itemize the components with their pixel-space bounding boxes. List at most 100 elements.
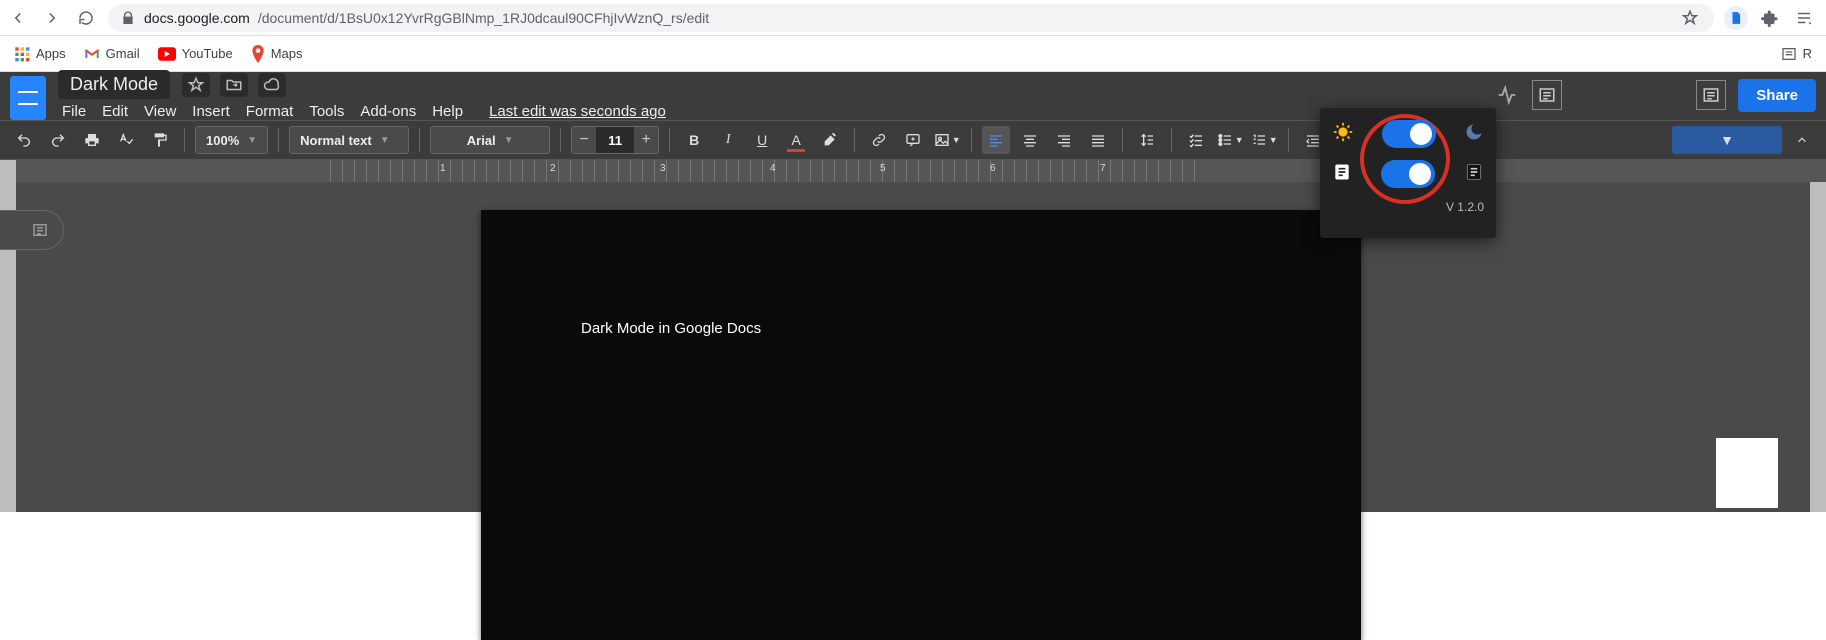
font-select[interactable]: Arial ▼ <box>430 126 550 154</box>
browser-toolbar: docs.google.com/document/d/1BsU0x12YvrRg… <box>0 0 1826 36</box>
font-size-group: − + <box>571 126 659 154</box>
print-button[interactable] <box>78 126 106 154</box>
menu-edit[interactable]: Edit <box>102 103 128 120</box>
style-select[interactable]: Normal text▼ <box>289 126 409 154</box>
last-edit-link[interactable]: Last edit was seconds ago <box>489 103 666 120</box>
text-color-button[interactable]: A <box>782 126 810 154</box>
lock-icon <box>120 10 136 26</box>
align-center-button[interactable] <box>1016 126 1044 154</box>
menu-icon[interactable] <box>1792 6 1816 30</box>
insert-link-button[interactable] <box>865 126 893 154</box>
dark-doc-icon <box>1464 162 1484 187</box>
maps-label: Maps <box>271 46 303 61</box>
menu-addons[interactable]: Add-ons <box>360 103 416 120</box>
highlight-button[interactable] <box>816 126 844 154</box>
back-button[interactable] <box>6 6 30 30</box>
document-text: Dark Mode in Google Docs <box>581 320 1261 337</box>
editing-mode-left-icon[interactable] <box>1532 80 1562 110</box>
align-right-button[interactable] <box>1050 126 1078 154</box>
line-spacing-button[interactable] <box>1133 126 1161 154</box>
formatting-toolbar: 100%▼ Normal text▼ Arial▼ − + B I U A ▼ … <box>0 120 1826 160</box>
page-darkmode-toggle[interactable] <box>1382 120 1436 148</box>
share-button[interactable]: Share <box>1738 79 1816 112</box>
bookmark-bar: Apps Gmail YouTube Maps R <box>0 36 1826 72</box>
menu-view[interactable]: View <box>144 103 176 120</box>
paint-format-button[interactable] <box>146 126 174 154</box>
extensions-icon[interactable] <box>1758 6 1782 30</box>
omnibox-icons <box>1724 6 1816 30</box>
italic-button[interactable]: I <box>714 126 742 154</box>
hide-menus-button[interactable] <box>1788 126 1816 154</box>
insert-image-button[interactable]: ▼ <box>933 126 961 154</box>
youtube-label: YouTube <box>182 46 233 61</box>
maps-bookmark[interactable]: Maps <box>251 45 303 63</box>
menu-format[interactable]: Format <box>246 103 294 120</box>
font-value: Arial <box>467 133 496 148</box>
apps-label: Apps <box>36 46 66 61</box>
cloud-status-icon[interactable] <box>258 73 286 97</box>
chevron-down-icon: ▼ <box>1720 132 1734 148</box>
document-title[interactable]: Dark Mode <box>58 70 170 99</box>
vertical-scrollbar[interactable] <box>1810 182 1826 512</box>
style-value: Normal text <box>300 133 372 148</box>
reading-list-label: R <box>1803 46 1812 61</box>
ruler-tick: 6 <box>990 163 996 174</box>
darkmode-extension-popup: V 1.2.0 <box>1320 108 1496 238</box>
menu-help[interactable]: Help <box>432 103 463 120</box>
menu-tools[interactable]: Tools <box>309 103 344 120</box>
underline-button[interactable]: U <box>748 126 776 154</box>
spellcheck-button[interactable] <box>112 126 140 154</box>
explore-button-placeholder[interactable] <box>1716 438 1778 508</box>
google-docs-app: Dark Mode File Edit View Insert Format T… <box>0 72 1826 512</box>
darkmode-extension-icon[interactable] <box>1724 6 1748 30</box>
ruler-tick: 1 <box>440 163 446 174</box>
ruler[interactable]: 1 2 3 4 5 6 7 <box>0 160 1826 182</box>
editing-mode-dropdown[interactable]: ▼ <box>1672 126 1782 154</box>
vertical-ruler-stub <box>0 160 16 182</box>
ruler-track: 1 2 3 4 5 6 7 <box>330 160 1206 182</box>
reading-list-button[interactable]: R <box>1781 46 1812 62</box>
menu-insert[interactable]: Insert <box>192 103 230 120</box>
font-size-input[interactable] <box>596 127 634 153</box>
gmail-bookmark[interactable]: Gmail <box>84 46 140 62</box>
chevron-down-icon: ▼ <box>504 135 514 146</box>
chevron-down-icon: ▼ <box>247 135 257 146</box>
align-justify-button[interactable] <box>1084 126 1112 154</box>
menu-file[interactable]: File <box>62 103 86 120</box>
font-size-increase[interactable]: + <box>634 127 658 153</box>
move-document-icon[interactable] <box>220 73 248 97</box>
redo-button[interactable] <box>44 126 72 154</box>
bold-button[interactable]: B <box>680 126 708 154</box>
titlebar: Dark Mode File Edit View Insert Format T… <box>0 72 1826 114</box>
ruler-tick: 7 <box>1100 163 1106 174</box>
youtube-bookmark[interactable]: YouTube <box>158 46 233 61</box>
ruler-tick: 2 <box>550 163 556 174</box>
address-bar[interactable]: docs.google.com/document/d/1BsU0x12YvrRg… <box>108 4 1714 32</box>
moon-icon <box>1464 122 1484 147</box>
ruler-tick: 3 <box>660 163 666 174</box>
numbered-list-button[interactable]: ▼ <box>1250 126 1278 154</box>
sun-icon <box>1332 121 1354 148</box>
document-page[interactable]: Dark Mode in Google Docs <box>481 210 1361 640</box>
star-icon[interactable] <box>1678 6 1702 30</box>
bulleted-list-button[interactable]: ▼ <box>1216 126 1244 154</box>
forward-button[interactable] <box>40 6 64 30</box>
activity-icon[interactable] <box>1494 82 1520 108</box>
apps-shortcut[interactable]: Apps <box>14 46 66 62</box>
outline-collapse-tab[interactable] <box>0 210 64 250</box>
align-left-button[interactable] <box>982 126 1010 154</box>
font-size-decrease[interactable]: − <box>572 127 596 153</box>
star-document-icon[interactable] <box>182 73 210 97</box>
checklist-button[interactable] <box>1182 126 1210 154</box>
reload-button[interactable] <box>74 6 98 30</box>
zoom-select[interactable]: 100% ▼ <box>195 126 268 154</box>
insert-comment-button[interactable] <box>899 126 927 154</box>
document-canvas: Dark Mode in Google Docs <box>0 182 1826 512</box>
url-host: docs.google.com <box>144 10 250 26</box>
undo-button[interactable] <box>10 126 38 154</box>
url-path: /document/d/1BsU0x12YvrRgGBlNmp_1RJ0dcau… <box>258 10 709 26</box>
zoom-value: 100% <box>206 133 239 148</box>
content-darkmode-toggle[interactable] <box>1381 160 1435 188</box>
editing-mode-right-icon[interactable] <box>1696 80 1726 110</box>
docs-home-icon[interactable] <box>10 76 46 120</box>
